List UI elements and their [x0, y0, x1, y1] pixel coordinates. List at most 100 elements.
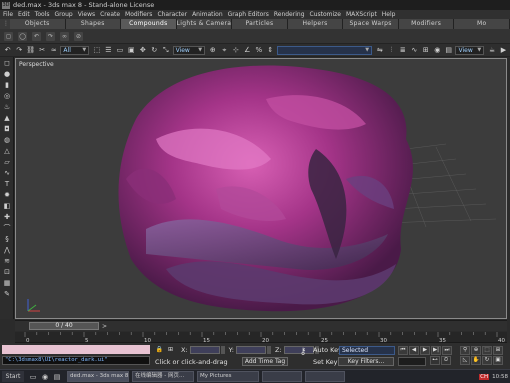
time-slider[interactable]: 0 / 40 — [29, 322, 99, 330]
menu-character[interactable]: Character — [157, 11, 187, 18]
maximize-viewport-icon[interactable]: ▣ — [493, 356, 503, 365]
bind-space-warp-icon[interactable]: ≈ — [49, 45, 58, 55]
field-of-view-icon[interactable]: ◺ — [460, 356, 470, 365]
layer-manager-icon[interactable]: ≣ — [398, 45, 407, 55]
browser-icon[interactable]: ◉ — [40, 372, 50, 382]
selection-lock-icon[interactable]: 🔒 — [155, 346, 164, 354]
current-frame-field[interactable] — [398, 357, 426, 366]
menu-create[interactable]: Create — [100, 11, 120, 18]
tab-shapes[interactable]: Shapes — [65, 19, 122, 29]
named-selection-dropdown[interactable]: ▼ — [277, 45, 373, 55]
window-crossing-icon[interactable]: ▣ — [127, 45, 136, 55]
x-spinner[interactable] — [220, 346, 225, 354]
menu-views[interactable]: Views — [78, 11, 95, 18]
sphere-icon[interactable]: ● — [2, 69, 12, 79]
selection-filter-dropdown[interactable]: All ▼ — [60, 45, 90, 55]
taskbar-item-my-pictures[interactable]: My Pictures — [197, 371, 259, 382]
select-link-icon[interactable]: ⛓ — [26, 45, 35, 55]
time-next-icon[interactable]: > — [102, 323, 107, 330]
move-icon[interactable]: ✥ — [138, 45, 147, 55]
perspective-viewport[interactable]: Perspective — [15, 58, 507, 319]
menu-group[interactable]: Group — [54, 11, 72, 18]
go-to-start-icon[interactable]: ⏮ — [398, 346, 408, 355]
select-by-name-icon[interactable]: ☰ — [104, 45, 113, 55]
light-icon[interactable]: ✹ — [2, 190, 12, 200]
key-selection-dropdown[interactable]: Selected — [339, 346, 395, 355]
explorer-icon[interactable]: ▤ — [52, 372, 62, 382]
taper-modifier-icon[interactable]: ⋀ — [2, 245, 12, 255]
unlink-icon[interactable]: ⊘ — [74, 31, 83, 41]
track-bar[interactable]: 0 5 10 15 20 25 30 35 40 — [15, 332, 507, 343]
taskbar-item-5[interactable] — [305, 371, 345, 382]
maxscript-input[interactable] — [2, 345, 150, 354]
redo-icon[interactable]: ↷ — [46, 31, 55, 41]
plane-icon[interactable]: ▱ — [2, 157, 12, 167]
tab-more[interactable]: Mo — [454, 19, 510, 29]
next-frame-icon[interactable]: ▶| — [431, 346, 441, 355]
add-time-tag-button[interactable]: Add Time Tag — [242, 357, 288, 366]
scale-icon[interactable]: ⤡ — [161, 45, 170, 55]
manipulate-icon[interactable]: ⌖ — [220, 45, 229, 55]
spline-icon[interactable]: ∿ — [2, 168, 12, 178]
menu-file[interactable]: File — [3, 11, 13, 18]
unlink-selection-icon[interactable]: ✂ — [37, 45, 46, 55]
geosphere-icon[interactable]: ◍ — [2, 135, 12, 145]
menu-edit[interactable]: Edit — [18, 11, 30, 18]
orbit-icon[interactable]: ↻ — [482, 356, 492, 365]
uvw-map-icon[interactable]: ⊡ — [2, 267, 12, 277]
menu-help[interactable]: Help — [382, 11, 396, 18]
zoom-all-icon[interactable]: ⊕ — [471, 346, 481, 355]
redo-arrow-icon[interactable]: ↷ — [14, 45, 23, 55]
curve-editor-icon[interactable]: ∿ — [410, 45, 419, 55]
absolute-mode-icon[interactable]: ⊞ — [166, 346, 175, 354]
reference-coord-dropdown[interactable]: View ▼ — [172, 45, 206, 55]
pivot-center-icon[interactable]: ⊕ — [208, 45, 217, 55]
key-icon[interactable]: ⚷ — [296, 347, 310, 357]
teapot-icon[interactable]: ♨ — [2, 102, 12, 112]
pan-icon[interactable]: ✋ — [471, 356, 481, 365]
zoom-extents-icon[interactable]: ⬚ — [482, 346, 492, 355]
percent-snap-icon[interactable]: % — [254, 45, 263, 55]
cone-icon[interactable]: ▲ — [2, 113, 12, 123]
tab-particles[interactable]: Particles — [232, 19, 288, 29]
rotate-icon[interactable]: ↻ — [150, 45, 159, 55]
torus-icon[interactable]: ◎ — [2, 91, 12, 101]
render-type-dropdown[interactable]: View ▼ — [455, 45, 485, 55]
cylinder-icon[interactable]: ◯ — [18, 31, 27, 41]
undo-icon[interactable]: ↶ — [32, 31, 41, 41]
box-icon[interactable]: ◻ — [2, 58, 12, 68]
play-icon[interactable]: ▶ — [420, 346, 430, 355]
quick-render-icon[interactable]: ☕ — [487, 45, 496, 55]
go-to-end-icon[interactable]: ⏭ — [442, 346, 452, 355]
input-language-indicator[interactable]: CH — [479, 373, 490, 380]
menu-customize[interactable]: Customize — [310, 11, 342, 18]
taskbar-item-editor[interactable]: 在线编辑器 - 网页... — [132, 371, 194, 382]
twist-modifier-icon[interactable]: § — [2, 234, 12, 244]
viewport-label[interactable]: Perspective — [19, 61, 54, 68]
previous-frame-icon[interactable]: ◀ — [409, 346, 419, 355]
show-desktop-icon[interactable]: ▭ — [28, 372, 38, 382]
key-filters-button[interactable]: Key Filters... — [338, 357, 394, 366]
edit-mesh-icon[interactable]: ▦ — [2, 278, 12, 288]
menu-tools[interactable]: Tools — [35, 11, 50, 18]
angle-snap-icon[interactable]: ∠ — [243, 45, 252, 55]
tab-lights-cameras[interactable]: Lights & Cameras — [176, 19, 233, 29]
tab-compounds[interactable]: Compounds — [121, 19, 177, 29]
taskbar-item-4[interactable] — [262, 371, 302, 382]
tube-icon[interactable]: ◘ — [2, 124, 12, 134]
helper-icon[interactable]: ✚ — [2, 212, 12, 222]
menu-maxscript[interactable]: MAXScript — [346, 11, 377, 18]
schematic-view-icon[interactable]: ⊞ — [421, 45, 430, 55]
create-object-icon[interactable]: ◻ — [4, 31, 13, 41]
select-object-icon[interactable]: ⬚ — [92, 45, 101, 55]
menu-graph-editors[interactable]: Graph Editors — [228, 11, 269, 18]
tab-space-warps[interactable]: Space Warps — [343, 19, 399, 29]
time-config-icon[interactable]: ⏲ — [441, 356, 451, 365]
align-icon[interactable]: ⫶ — [387, 45, 396, 55]
taskbar-item-3dsmax[interactable]: ded.max - 3ds max 8 — [67, 371, 129, 382]
start-button[interactable]: Start — [2, 371, 24, 382]
set-key-button[interactable]: Set Key — [313, 358, 338, 366]
link-icon[interactable]: ∞ — [60, 31, 69, 41]
x-coord-field[interactable] — [189, 346, 220, 354]
cylinder-icon[interactable]: ▮ — [2, 80, 12, 90]
